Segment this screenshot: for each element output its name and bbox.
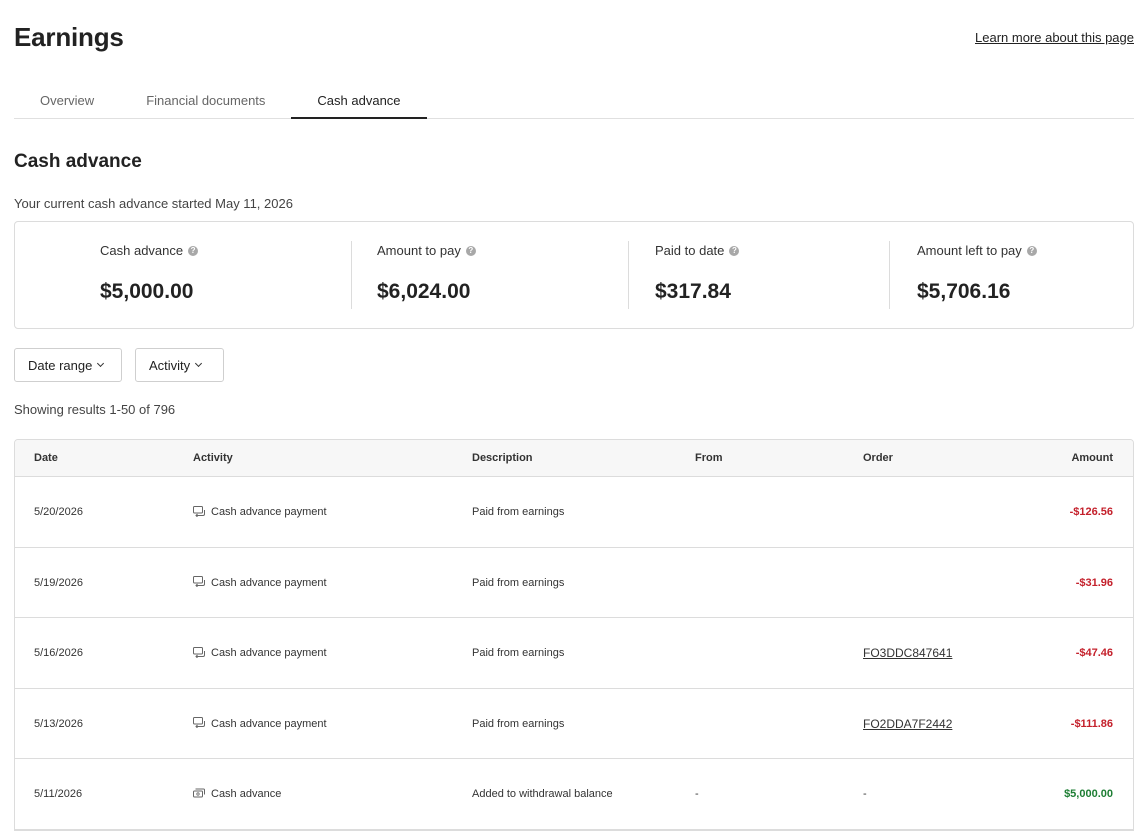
cell-activity: Cash advance payment	[193, 548, 327, 618]
activity-label: Cash advance payment	[211, 506, 327, 518]
table-row: 5/19/2026 Cash advance payment Paid from…	[15, 548, 1133, 618]
cell-amount: -$31.96	[1075, 576, 1113, 589]
cell-activity: Cash advance payment	[193, 477, 327, 547]
cell-description: Added to withdrawal balance	[472, 788, 613, 800]
cell-amount: -$111.86	[1070, 717, 1113, 730]
activity-label: Cash advance	[211, 788, 282, 800]
chevron-down-icon	[195, 359, 203, 368]
learn-more-link[interactable]: Learn more about this page	[975, 30, 1134, 45]
table-row: 5/13/2026 Cash advance payment Paid from…	[15, 689, 1133, 760]
column-header-activity: Activity	[193, 452, 233, 464]
column-header-description: Description	[472, 452, 533, 464]
table-header: Date Activity Description From Order Amo…	[15, 440, 1133, 477]
cell-date: 5/20/2026	[34, 506, 83, 518]
order-link[interactable]: FO3DDC847641	[863, 646, 952, 660]
cell-order: FO3DDC847641	[863, 618, 952, 689]
tab-cash-advance[interactable]: Cash advance	[291, 84, 427, 119]
cell-date: 5/13/2026	[34, 717, 83, 730]
filter-label: Date range	[28, 357, 93, 373]
stat-label: Cash advance	[100, 243, 184, 258]
repeat-payment-icon	[193, 505, 205, 517]
tab-overview[interactable]: Overview	[14, 84, 120, 119]
question-circle-icon[interactable]: ?	[188, 245, 199, 256]
question-circle-icon[interactable]: ?	[1026, 245, 1037, 256]
cell-description: Paid from earnings	[472, 576, 565, 589]
cell-activity: Cash advance payment	[193, 689, 327, 759]
column-header-from: From	[695, 452, 723, 464]
stat-label: Amount to pay	[377, 243, 461, 258]
cell-date: 5/19/2026	[34, 576, 83, 589]
advance-start-text: Your current cash advance started May 11…	[14, 196, 293, 211]
stat-value: $6,024.00	[377, 280, 471, 303]
stat-divider	[628, 241, 629, 309]
cell-activity: Cash advance payment	[193, 618, 327, 688]
repeat-payment-icon	[193, 717, 205, 729]
cell-order: FO2DDA7F2442	[863, 689, 952, 760]
activity-label: Cash advance payment	[211, 576, 327, 589]
cell-amount: -$47.46	[1075, 647, 1113, 659]
cell-description: Paid from earnings	[472, 506, 565, 518]
column-header-order: Order	[863, 452, 893, 464]
page-title: Earnings	[14, 22, 124, 52]
stat-divider	[351, 241, 352, 309]
cell-amount: -$126.56	[1069, 506, 1113, 518]
stat-divider	[889, 241, 890, 309]
transactions-table: Date Activity Description From Order Amo…	[14, 439, 1134, 831]
repeat-payment-icon	[193, 646, 205, 658]
stat-value: $5,706.16	[917, 280, 1011, 303]
table-row: 5/20/2026 Cash advance payment Paid from…	[15, 477, 1133, 548]
activity-filter[interactable]: Activity	[135, 348, 224, 382]
cell-date: 5/11/2026	[34, 788, 83, 800]
activity-label: Cash advance payment	[211, 717, 327, 730]
cell-order: -	[863, 788, 867, 800]
stat-label: Paid to date	[655, 243, 725, 258]
column-header-amount: Amount	[1071, 452, 1113, 464]
chevron-down-icon	[97, 359, 105, 368]
date-range-filter[interactable]: Date range	[14, 348, 122, 382]
tab-bar: Overview Financial documents Cash advanc…	[14, 84, 1134, 119]
cell-activity: Cash advance	[193, 759, 281, 829]
cell-amount: $5,000.00	[1064, 788, 1113, 800]
section-title: Cash advance	[14, 151, 142, 172]
column-header-date: Date	[34, 452, 58, 464]
order-link[interactable]: FO2DDA7F2442	[863, 717, 952, 731]
cell-description: Paid from earnings	[472, 717, 565, 730]
cell-from: -	[695, 788, 699, 800]
results-count: Showing results 1-50 of 796	[14, 402, 176, 417]
stat-value: $5,000.00	[100, 280, 194, 303]
stat-value: $317.84	[655, 280, 731, 303]
repeat-payment-icon	[193, 576, 205, 588]
tab-financial-documents[interactable]: Financial documents	[120, 84, 291, 119]
table-row: 5/16/2026 Cash advance payment Paid from…	[15, 618, 1133, 689]
cash-stack-icon	[193, 788, 205, 798]
question-circle-icon[interactable]: ?	[465, 245, 476, 256]
cell-date: 5/16/2026	[34, 647, 83, 659]
summary-card: Cash advance ? $5,000.00 Amount to pay ?…	[14, 221, 1134, 329]
cell-description: Paid from earnings	[472, 647, 565, 659]
question-circle-icon[interactable]: ?	[729, 245, 740, 256]
filter-label: Activity	[149, 357, 191, 373]
stat-label: Amount left to pay	[917, 243, 1022, 258]
activity-label: Cash advance payment	[211, 647, 327, 659]
table-row: 5/11/2026 Cash advance Added to withdraw…	[15, 759, 1133, 830]
